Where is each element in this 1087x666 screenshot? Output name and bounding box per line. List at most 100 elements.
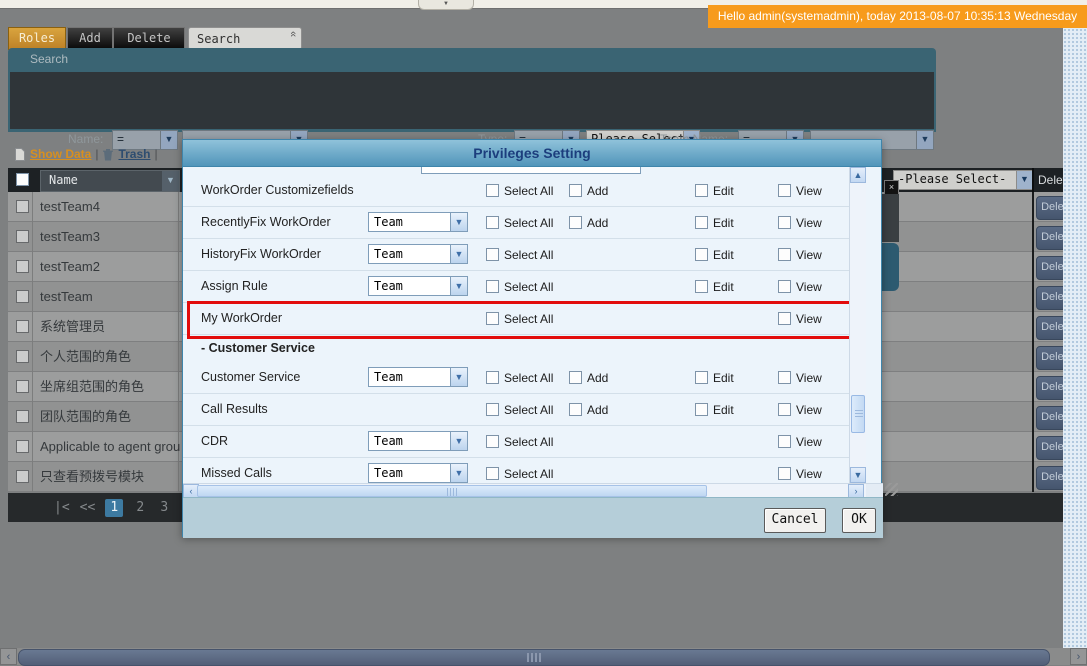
pagination-page[interactable]: 1 [105,499,123,517]
view-checkbox[interactable] [778,216,791,229]
edit-checkbox[interactable] [695,248,708,261]
row-checkbox[interactable] [16,260,29,273]
panel-collapse-tab[interactable]: ▼ [418,0,474,10]
privilege-label: Missed Calls [201,458,272,483]
privileges-setting-dialog: Privileges Setting WorkOrder Customizefi… [182,139,882,537]
select-all-checkbox[interactable] [486,312,499,325]
add-checkbox[interactable] [569,403,582,416]
add-checkbox[interactable] [569,371,582,384]
edit-label: Edit [713,184,734,198]
grip-icon [855,410,863,419]
edit-checkbox[interactable] [695,371,708,384]
pagination-page[interactable]: 3 [157,500,171,515]
select-all-checkbox[interactable] [486,371,499,384]
scope-select[interactable]: Team▼ [368,276,468,296]
row-checkbox[interactable] [16,410,29,423]
tab-roles[interactable]: Roles [8,27,66,50]
select-all-rows-checkbox[interactable] [16,173,29,186]
dialog-titlebar[interactable]: Privileges Setting [183,140,881,167]
add-button[interactable]: Add [67,27,113,50]
select-all-checkbox[interactable] [486,403,499,416]
cancel-button[interactable]: Cancel [764,508,826,533]
view-checkbox[interactable] [778,312,791,325]
scrollbar-thumb[interactable] [851,395,865,433]
privilege-label: HistoryFix WorkOrder [201,239,321,270]
pagination-page[interactable]: 2 [133,500,147,515]
row-checkbox[interactable] [16,470,29,483]
chevron-down-icon: ▼ [450,368,467,386]
row-checkbox[interactable] [16,380,29,393]
scroll-left-icon[interactable]: ‹ [0,648,17,665]
row-delete-button[interactable]: Delete [1036,226,1063,250]
edit-checkbox[interactable] [695,403,708,416]
edit-checkbox[interactable] [695,184,708,197]
chevron-down-icon: ▼ [450,464,467,482]
scroll-right-icon[interactable]: › [848,484,864,498]
row-delete-button[interactable]: Delete [1036,376,1063,400]
view-checkbox[interactable] [778,184,791,197]
scope-select[interactable]: Team▼ [368,244,468,264]
row-delete-button[interactable]: Delete [1036,346,1063,370]
row-checkbox[interactable] [16,350,29,363]
delete-button[interactable]: Delete [113,27,185,50]
row-checkbox[interactable] [16,290,29,303]
select-all-checkbox[interactable] [486,435,499,448]
scroll-down-icon[interactable]: ▼ [850,467,866,483]
row-checkbox[interactable] [16,440,29,453]
scope-select[interactable]: Team▼ [368,431,468,451]
column-divider [32,222,33,252]
chevron-down-icon: ▼ [450,432,467,450]
view-checkbox[interactable] [778,371,791,384]
row-delete-button[interactable]: Delete [1036,466,1063,490]
scope-value: Team [369,464,450,482]
show-data-link[interactable]: Show Data [30,147,91,161]
pagination-first[interactable]: |< [54,500,70,515]
dialog-vertical-scrollbar[interactable]: ▲ ▼ [849,167,866,483]
scrollbar-thumb[interactable] [18,649,1050,666]
chevron-down-icon: ▼ [162,171,179,191]
resize-grip-icon[interactable] [885,483,898,496]
role-name: Applicable to agent grou [40,432,180,461]
select-all-checkbox[interactable] [486,216,499,229]
name-column-select[interactable]: Name ▼ [40,170,180,192]
dialog-horizontal-scrollbar[interactable]: ‹ › [183,483,883,497]
horizontal-page-scrollbar[interactable]: ‹ › [0,648,1087,665]
row-delete-button[interactable]: Delete [1036,196,1063,220]
search-section-combo[interactable]: Search « [188,27,302,50]
scrollbar-corner [866,484,883,498]
view-label: View [796,403,822,417]
view-checkbox[interactable] [778,280,791,293]
row-delete-button[interactable]: Delete [1036,256,1063,280]
view-checkbox[interactable] [778,435,791,448]
row-delete-button[interactable]: Delete [1036,436,1063,460]
column-filter-select[interactable]: -Please Select- ▼ [893,170,1033,190]
row-delete-button[interactable]: Delete [1036,316,1063,340]
view-checkbox[interactable] [778,248,791,261]
trash-link[interactable]: Trash [118,147,150,161]
scope-select[interactable]: Team▼ [368,212,468,232]
scrollbar-thumb[interactable] [197,485,707,497]
edit-checkbox[interactable] [695,216,708,229]
close-icon[interactable]: × [884,180,899,195]
row-checkbox[interactable] [16,320,29,333]
scope-select[interactable]: Team▼ [368,463,468,483]
edit-checkbox[interactable] [695,280,708,293]
row-checkbox[interactable] [16,230,29,243]
select-all-checkbox[interactable] [486,280,499,293]
scroll-right-icon[interactable]: › [1070,648,1087,665]
select-all-checkbox[interactable] [486,248,499,261]
ok-button[interactable]: OK [842,508,876,533]
row-checkbox[interactable] [16,200,29,213]
row-delete-button[interactable]: Delete [1036,286,1063,310]
pagination-prev[interactable]: << [80,500,96,515]
view-checkbox[interactable] [778,403,791,416]
column-divider [32,252,33,282]
select-all-checkbox[interactable] [486,467,499,480]
add-checkbox[interactable] [569,184,582,197]
add-checkbox[interactable] [569,216,582,229]
view-checkbox[interactable] [778,467,791,480]
row-delete-button[interactable]: Delete [1036,406,1063,430]
scroll-up-icon[interactable]: ▲ [850,167,866,183]
scope-select[interactable]: Team▼ [368,367,468,387]
select-all-checkbox[interactable] [486,184,499,197]
